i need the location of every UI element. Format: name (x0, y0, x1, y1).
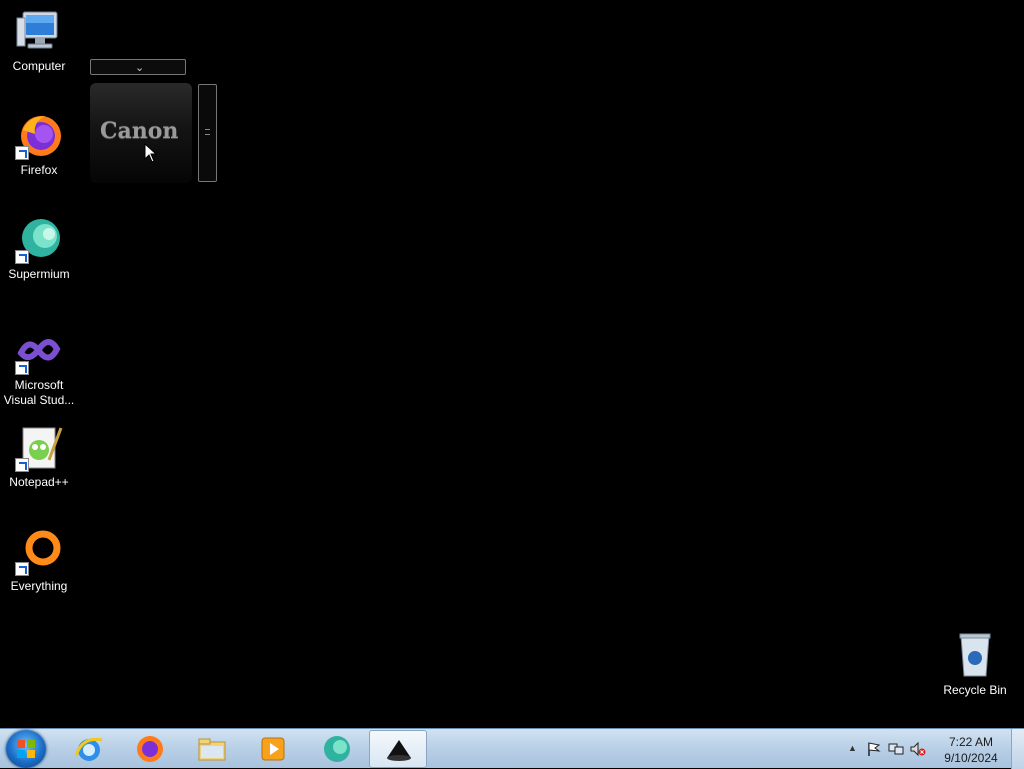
desktop-icon-firefox[interactable]: Firefox (1, 112, 77, 178)
chevron-down-icon: ⌄ (135, 62, 145, 74)
desktop-icon-recycle-bin[interactable]: Recycle Bin (937, 632, 1013, 698)
desktop-icon-everything[interactable]: Everything (1, 528, 77, 594)
grip-icon (205, 129, 210, 135)
visual-studio-icon (15, 327, 63, 375)
taskbar-supermium[interactable] (308, 730, 366, 768)
show-hidden-icons-icon[interactable]: ▲ (848, 743, 857, 753)
taskbar-file-explorer[interactable] (183, 730, 241, 768)
internet-explorer-icon (74, 737, 103, 761)
start-button[interactable] (6, 730, 46, 768)
gadget-dropdown[interactable]: ⌄ (90, 59, 186, 75)
shortcut-arrow-icon (15, 562, 29, 576)
gadget-brand-logo: Canon (100, 118, 179, 144)
shortcut-arrow-icon (15, 146, 29, 160)
desktop-icon-visual-studio[interactable]: Microsoft Visual Stud... (1, 327, 77, 408)
folder-icon (198, 738, 226, 761)
firefox-icon (137, 736, 163, 762)
computer-icon (15, 8, 63, 56)
desktop-icon-label: Everything (10, 579, 68, 593)
shortcut-arrow-icon (15, 458, 29, 472)
desktop-icon-label: Firefox (20, 163, 58, 177)
clock-time: 7:22 AM (948, 735, 994, 749)
desktop-icon-label: Microsoft Visual Stud... (3, 378, 75, 407)
recycle-bin-icon (951, 632, 999, 680)
supermium-icon (15, 216, 63, 264)
desktop-icon-label: Computer (12, 59, 66, 73)
canon-gadget[interactable]: Canon (90, 83, 192, 183)
taskbar-media-player[interactable] (244, 730, 302, 768)
desktop-icon-label: Recycle Bin (943, 683, 1007, 697)
volume-muted-icon[interactable] (910, 741, 926, 757)
desktop-icon-notepadpp[interactable]: Notepad++ (1, 424, 77, 490)
app-icon (387, 740, 411, 761)
taskbar-internet-explorer[interactable] (60, 730, 118, 768)
firefox-icon (15, 112, 63, 160)
supermium-icon (324, 736, 350, 762)
desktop-icon-supermium[interactable]: Supermium (1, 216, 77, 282)
mouse-cursor-icon (144, 142, 158, 168)
show-desktop-button[interactable] (1011, 729, 1024, 769)
desktop-icon-label: Notepad++ (9, 475, 69, 489)
desktop-icon-computer[interactable]: Computer (1, 8, 77, 74)
notepadpp-icon (15, 424, 63, 472)
action-center-flag-icon[interactable] (866, 741, 882, 757)
windows-logo-icon (17, 740, 35, 758)
desktop-icon-label: Supermium (8, 267, 70, 281)
taskbar: ▲ 7:22 AM 9/10/2024 (0, 728, 1024, 769)
taskbar-active-app[interactable] (369, 730, 427, 768)
shortcut-arrow-icon (15, 250, 29, 264)
media-player-icon (261, 737, 285, 761)
everything-search-icon (15, 528, 63, 576)
taskbar-clock[interactable]: 7:22 AM 9/10/2024 (936, 734, 1006, 766)
clock-date: 9/10/2024 (944, 751, 998, 765)
gadget-side-handle[interactable] (198, 84, 217, 182)
network-icon[interactable] (888, 741, 904, 757)
taskbar-firefox[interactable] (121, 730, 179, 768)
system-tray: ▲ 7:22 AM 9/10/2024 (844, 729, 1024, 769)
shortcut-arrow-icon (15, 361, 29, 375)
